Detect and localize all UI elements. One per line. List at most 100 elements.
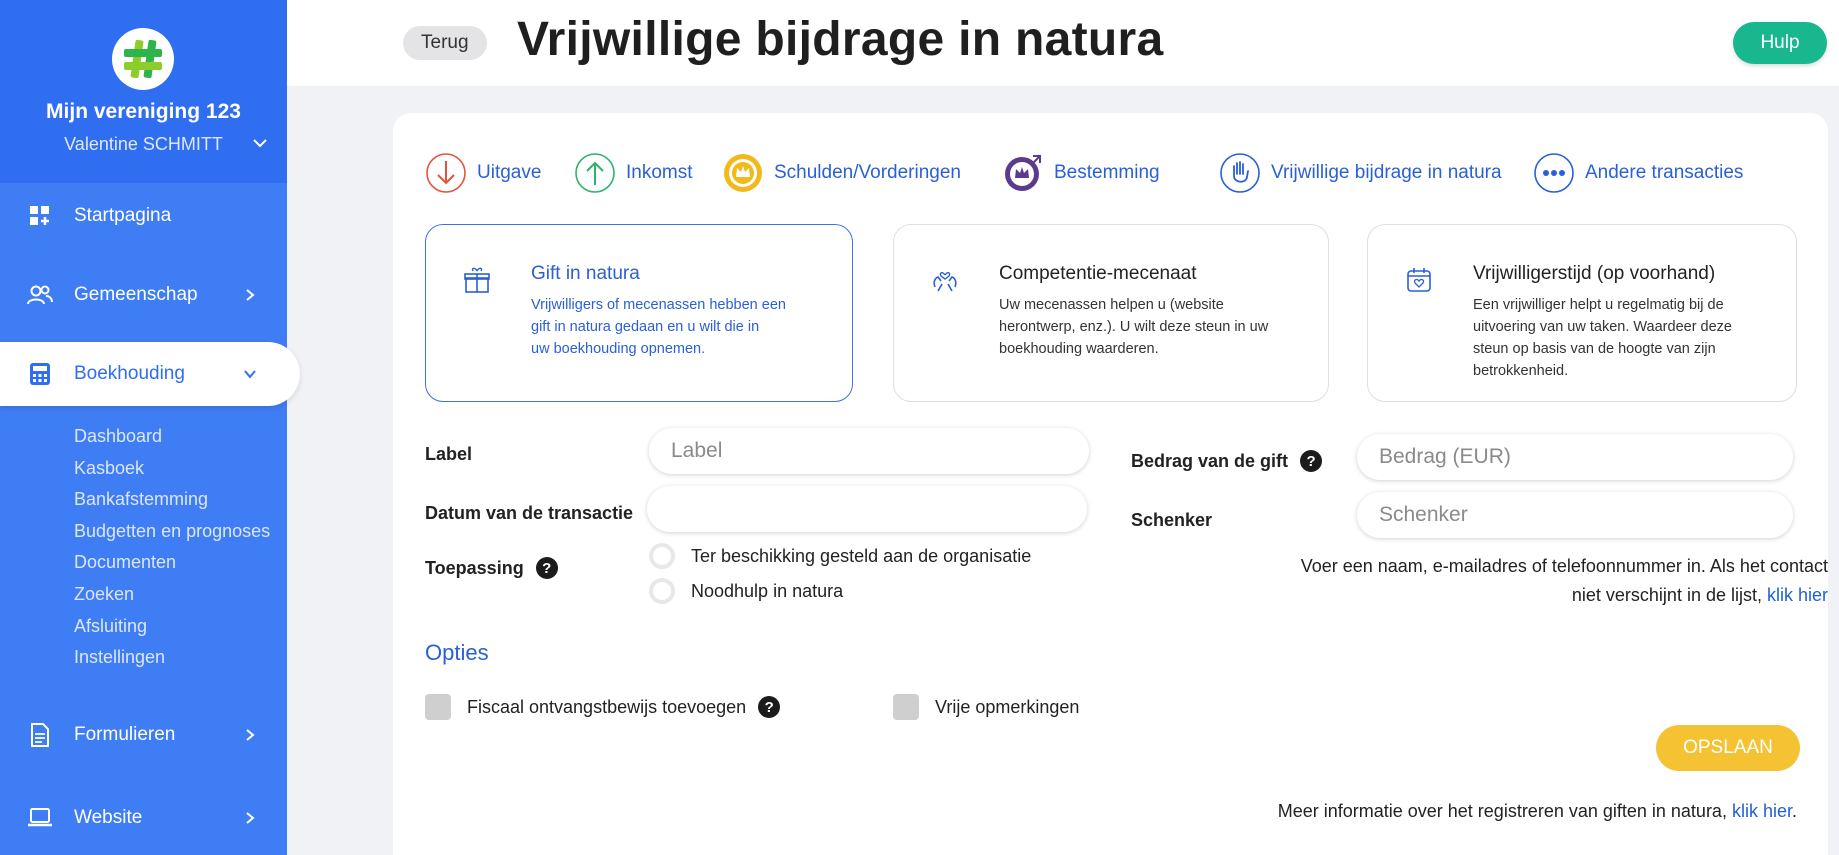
fiscal-receipt-checkbox[interactable] — [425, 694, 451, 720]
help-button[interactable]: Hulp — [1733, 22, 1827, 64]
sidebar-item-website[interactable]: Website — [0, 786, 287, 850]
sidebar-item-label: Boekhouding — [74, 363, 185, 384]
tab-label: Bestemming — [1054, 162, 1160, 183]
chevron-right-icon — [246, 729, 255, 741]
more-info-label: Meer informatie over het registreren van… — [1277, 801, 1732, 821]
options-title: Opties — [425, 640, 489, 665]
org-logo[interactable] — [112, 28, 174, 90]
label-field-label: Label — [425, 444, 473, 464]
free-notes-checkbox[interactable] — [893, 694, 919, 720]
amount-label-text: Bedrag van de gift — [1131, 450, 1289, 471]
free-notes-option[interactable]: Vrije opmerkingen — [893, 694, 1079, 720]
tab-bestemming[interactable]: Bestemming — [1002, 151, 1160, 195]
donor-hint: Voer een naam, e-mailadres of telefoonnu… — [1208, 552, 1828, 610]
create-contact-link[interactable]: klik hier — [1767, 585, 1828, 605]
submenu-item[interactable]: Kasboek — [74, 453, 270, 485]
tab-uitgave[interactable]: Uitgave — [425, 151, 541, 195]
sidebar-header: Mijn vereniging 123 Valentine SCHMITT — [0, 0, 287, 183]
submenu-item[interactable]: Afsluiting — [74, 611, 270, 643]
submenu-item[interactable]: Budgetten en prognoses — [74, 516, 270, 548]
transaction-type-tabs: Uitgave Inkomst Schulden/Vorderingen Bes… — [425, 151, 1815, 199]
description-line: Een vrijwilliger helpt u regelmatig bij … — [1473, 297, 1724, 313]
more-dots-icon — [1533, 152, 1575, 194]
more-info-link[interactable]: klik hier — [1732, 801, 1792, 821]
sidebar-item-gemeenschap[interactable]: Gemeenschap — [0, 263, 287, 327]
org-name: Mijn vereniging 123 — [46, 100, 241, 123]
transaction-form-card: Uitgave Inkomst Schulden/Vorderingen Bes… — [393, 113, 1828, 855]
tab-vrijwillige-bijdrage[interactable]: Vrijwillige bijdrage in natura — [1219, 151, 1502, 195]
sidebar: Mijn vereniging 123 Valentine SCHMITT St… — [0, 0, 300, 855]
radio-ter-beschikking[interactable]: Ter beschikking gesteld aan de organisat… — [649, 543, 1031, 569]
description-line: boekhouding waarderen. — [999, 341, 1159, 357]
tab-label: Uitgave — [477, 162, 542, 183]
description-line: gift in natura gedaan en u wilt die in — [531, 319, 760, 335]
user-name[interactable]: Valentine SCHMITT — [0, 134, 287, 155]
option-competentie-mecenaat[interactable]: Competentie-mecenaat Uw mecenassen helpe… — [893, 224, 1329, 402]
question-icon[interactable]: ? — [535, 557, 558, 579]
option-description: Een vrijwilliger helpt u regelmatig bij … — [1473, 294, 1732, 382]
checkbox-label: Vrije opmerkingen — [935, 696, 1080, 717]
tab-schulden-vorderingen[interactable]: Schulden/Vorderingen — [722, 151, 961, 195]
submenu-item[interactable]: Zoeken — [74, 579, 270, 611]
hint-line: niet verschijnt in de lijst, klik hier — [1208, 581, 1828, 610]
radio-noodhulp[interactable]: Noodhulp in natura — [649, 578, 843, 604]
donor-input[interactable] — [1357, 492, 1793, 538]
tab-andere-transacties[interactable]: Andere transacties — [1533, 151, 1743, 195]
date-input[interactable] — [647, 486, 1087, 532]
more-info-text: Meer informatie over het registreren van… — [1278, 801, 1797, 822]
date-field-label: Datum van de transactie — [425, 503, 634, 523]
description-line: herontwerp, enz.). U wilt deze steun in … — [999, 319, 1269, 335]
option-title: Gift in natura — [531, 263, 640, 284]
arrow-up-icon — [574, 152, 616, 194]
crown-coin-icon — [722, 152, 764, 194]
sidebar-item-startpagina[interactable]: Startpagina — [0, 184, 287, 248]
sidebar-item-formulieren[interactable]: Formulieren — [0, 703, 287, 767]
radio-label: Ter beschikking gesteld aan de organisat… — [691, 545, 1032, 566]
calendar-heart-icon — [1407, 268, 1431, 292]
option-gift-in-natura[interactable]: Gift in natura Vrijwilligers of mecenass… — [425, 224, 853, 402]
back-button[interactable]: Terug — [403, 26, 487, 60]
description-line: uitvoering van uw taken. Waardeer deze — [1473, 319, 1732, 335]
donor-field-label: Schenker — [1131, 510, 1213, 530]
tab-label: Schulden/Vorderingen — [774, 162, 961, 183]
usage-field-label: Toepassing ? — [425, 557, 558, 579]
sidebar-item-boekhouding[interactable]: Boekhouding — [0, 342, 300, 406]
dashboard-grid-icon — [27, 203, 53, 229]
option-title: Vrijwilligerstijd (op voorhand) — [1473, 263, 1716, 284]
hint-text: niet verschijnt in de lijst, — [1571, 585, 1767, 605]
chevron-down-icon[interactable] — [251, 134, 269, 152]
description-line: Uw mecenassen helpen u (website — [999, 297, 1224, 313]
checkbox-label: Fiscaal ontvangstbewijs toevoegen — [467, 696, 747, 717]
submenu-item[interactable]: Dashboard — [74, 421, 270, 453]
submenu-item[interactable]: Instellingen — [74, 642, 270, 674]
fiscal-receipt-option[interactable]: Fiscaal ontvangstbewijs toevoegen ? — [425, 694, 781, 720]
sidebar-item-label: Startpagina — [74, 205, 172, 226]
calculator-icon — [27, 361, 53, 387]
question-icon[interactable]: ? — [1300, 450, 1323, 472]
chevron-right-icon — [246, 812, 255, 824]
tab-inkomst[interactable]: Inkomst — [574, 151, 693, 195]
chevron-down-icon — [244, 370, 256, 379]
amount-input[interactable] — [1357, 434, 1793, 480]
laptop-icon — [27, 805, 53, 831]
label-input[interactable] — [649, 428, 1089, 474]
page-title: Vrijwillige bijdrage in natura — [517, 13, 1164, 66]
radio-button[interactable] — [649, 578, 675, 604]
option-description: Uw mecenassen helpen u (website herontwe… — [999, 294, 1268, 360]
hand-icon — [1219, 152, 1261, 194]
option-vrijwilligerstijd[interactable]: Vrijwilligerstijd (op voorhand) Een vrij… — [1367, 224, 1797, 402]
amount-field-label: Bedrag van de gift ? — [1131, 450, 1323, 472]
radio-button[interactable] — [649, 543, 675, 569]
page-header: Terug Vrijwillige bijdrage in natura Hul… — [287, 0, 1839, 86]
gift-icon — [464, 267, 490, 293]
helping-hands-icon — [933, 272, 957, 292]
question-icon[interactable]: ? — [758, 696, 781, 718]
submenu-item[interactable]: Bankafstemming — [74, 484, 270, 516]
save-button[interactable]: OPSLAAN — [1656, 725, 1800, 771]
users-icon — [27, 282, 53, 308]
accounting-submenu: Dashboard Kasboek Bankafstemming Budgett… — [74, 421, 270, 674]
submenu-item[interactable]: Documenten — [74, 547, 270, 579]
sidebar-item-label: Formulieren — [74, 724, 176, 745]
option-title: Competentie-mecenaat — [999, 263, 1197, 284]
sidebar-item-label: Gemeenschap — [74, 284, 198, 305]
